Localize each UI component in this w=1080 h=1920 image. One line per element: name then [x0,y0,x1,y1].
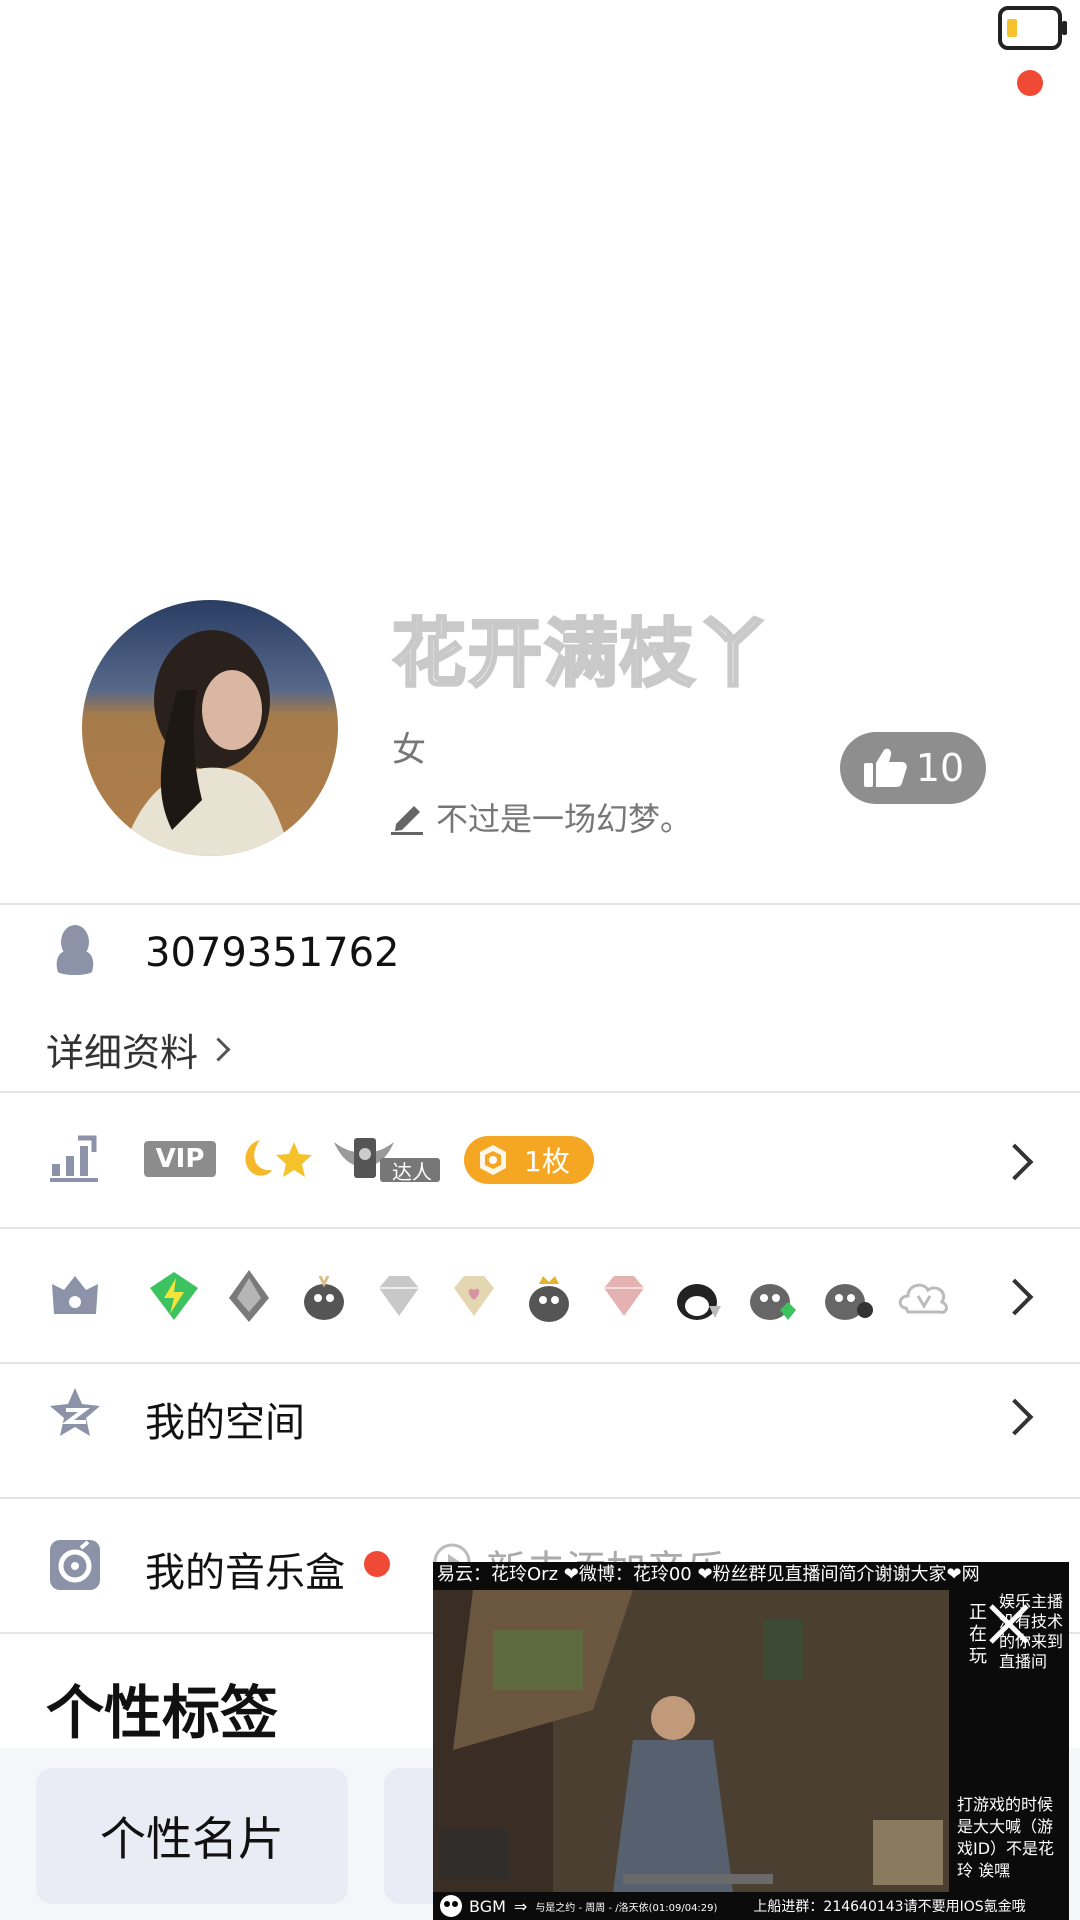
black-penguin-icon [677,1284,721,1320]
edit-signature-icon[interactable] [388,796,428,836]
penguin-icon [50,922,100,978]
battery-icon [998,6,1068,50]
details-link[interactable]: 详细资料 [46,1022,231,1077]
details-label: 详细资料 [46,1031,199,1075]
bgm-track: 与是之约 - 周周 - /洛天依(01:09/04:29) [535,1902,718,1914]
star-icon [274,1140,314,1180]
gender-label: 女 [392,730,426,770]
video-footer-text: 上船进群：214640143请不要用IOS氪金哦 [753,1899,1026,1915]
penguin-gray-badge-icon [304,1275,344,1320]
coin-label: 1枚 [524,1145,570,1178]
thumbs-up-icon [862,745,908,791]
vip-label: VIP [155,1144,205,1174]
badge-list [146,1256,971,1336]
floating-video-window[interactable]: 易云：花玲Orz ❤微博：花玲00 ❤粉丝群见直播间简介谢谢大家❤网 正在玩 娱… [433,1562,1069,1920]
nickname: 花开满枝丫 [391,610,772,699]
music-disc-icon [48,1538,102,1592]
crown-icon [48,1268,102,1322]
qq-number: 3079351762 [145,930,400,976]
gold-heart-diamond-icon [454,1276,494,1316]
video-footer-bar: BGM ⇒ 与是之约 - 周周 - /洛天依(01:09/04:29) 上船进群… [433,1892,1069,1920]
crown-penguin-icon [529,1276,569,1322]
video-top-ticker: 易云：花玲Orz ❤微博：花玲00 ❤粉丝群见直播间简介谢谢大家❤网 [437,1564,980,1585]
qzone-star-icon [48,1386,102,1440]
close-video-button[interactable] [985,1600,1033,1648]
personal-card-label: 个性名片 [100,1812,284,1866]
chevron-right-icon [206,1037,231,1062]
arrow-right-icon: ⇒ [513,1896,528,1916]
coin-icon [476,1143,510,1177]
silver-mountain-badge-icon [229,1270,269,1322]
expert-label: 达人 [392,1160,432,1184]
pink-diamond-icon [604,1276,644,1316]
music-box-label: 我的音乐盒 [145,1550,345,1596]
penguin-bird-icon [825,1284,873,1320]
like-count: 10 [915,746,965,790]
green-lightning-badge-icon [150,1272,198,1320]
level-chart-icon [48,1132,102,1186]
penguin-green-gem-icon [750,1284,796,1320]
coin-badge[interactable]: 1枚 [464,1136,594,1184]
silver-diamond-icon [379,1276,419,1316]
cloud-v-icon [898,1283,948,1314]
bgm-label: BGM [469,1896,506,1916]
moon-icon [234,1136,274,1182]
video-bottom-note: 打游戏的时候是大大喊（游戏ID）不是花玲 诶嘿 [957,1795,1055,1880]
music-new-dot [364,1551,390,1577]
avatar[interactable] [82,600,338,856]
expert-badge: 达人 [332,1132,442,1184]
game-scene [433,1590,949,1892]
panda-icon [439,1894,463,1918]
vip-badge: VIP [144,1141,216,1177]
personal-card-button[interactable]: 个性名片 [36,1768,348,1904]
notification-dot [1017,70,1043,96]
like-button[interactable]: 10 [840,732,986,804]
my-space-label: 我的空间 [145,1400,305,1446]
tags-section-title: 个性标签 [46,1679,279,1747]
signature-text[interactable]: 不过是一场幻梦。 [436,794,692,840]
